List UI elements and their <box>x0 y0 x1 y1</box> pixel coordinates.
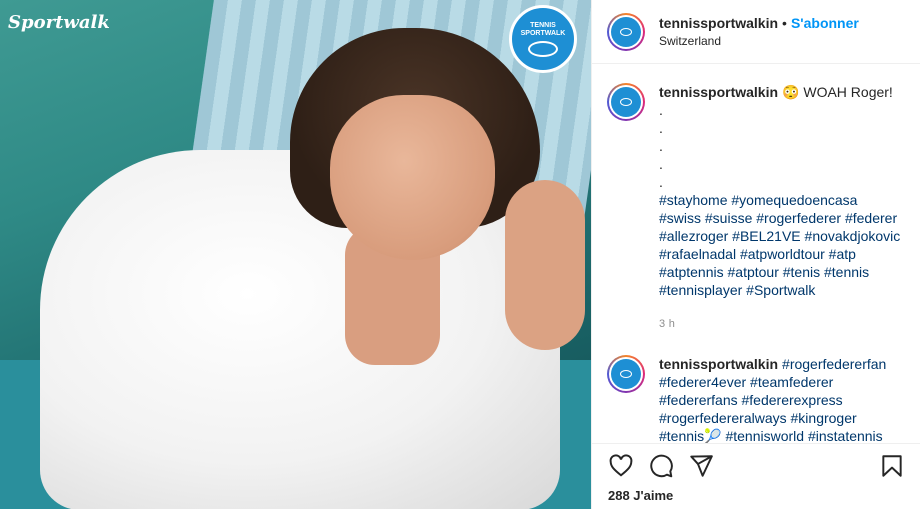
hashtag-line[interactable]: #allezroger #BEL21VE #novakdjokovic <box>659 227 905 245</box>
likes-count[interactable]: 288 J'aime <box>608 488 905 503</box>
heart-icon[interactable] <box>608 453 634 479</box>
hashtag-line[interactable]: #tennisplayer #Sportwalk <box>659 281 905 299</box>
share-icon[interactable] <box>688 453 714 479</box>
caption-dot: . <box>659 156 663 172</box>
logo-line-1: TENNIS <box>530 21 556 29</box>
avatar[interactable] <box>607 355 645 393</box>
avatar[interactable] <box>607 83 645 121</box>
caption-dot: . <box>659 174 663 190</box>
caption-dot: . <box>659 102 663 118</box>
separator-dot: • <box>782 15 787 31</box>
caption-comment: tennissportwalkin 😳 WOAH Roger! . . . . .… <box>607 83 905 333</box>
hashtag-line[interactable]: #atptennis #atptour #tenis #tennis <box>659 263 905 281</box>
post-photo[interactable]: Sportwalk TENNIS SPORTWALK <box>0 0 591 509</box>
logo-line-2: SPORTWALK <box>520 29 566 37</box>
bookmark-icon[interactable] <box>879 453 905 479</box>
hashtag-line[interactable]: #rafaelnadal #atpworldtour #atp <box>659 245 905 263</box>
header-username[interactable]: tennissportwalkin <box>659 15 778 31</box>
avatar[interactable] <box>607 12 645 51</box>
hashtag-comment: tennissportwalkin #rogerfedererfan #feder… <box>607 355 905 443</box>
racket-icon <box>620 98 632 106</box>
hashtag-line[interactable]: #federerfans #federerexpress <box>659 391 905 409</box>
sportwalk-watermark: Sportwalk <box>8 12 110 33</box>
hashtag-line[interactable]: #federer4ever #teamfederer <box>659 373 905 391</box>
location-link[interactable]: Switzerland <box>659 34 859 48</box>
racket-icon <box>620 370 632 378</box>
hashtag-line[interactable]: #rogerfedererfan <box>782 356 886 372</box>
photo-face <box>330 95 495 260</box>
caption-dot: . <box>659 138 663 154</box>
hashtag-line[interactable]: #rogerfedereralways #kingroger <box>659 409 905 427</box>
photo-hand <box>505 180 585 350</box>
post-timestamp[interactable]: 3 h <box>659 315 905 333</box>
caption-username[interactable]: tennissportwalkin <box>659 84 778 100</box>
hashtag-line[interactable]: #tennis🎾 #tennisworld #instatennis <box>659 427 905 443</box>
comments-list[interactable]: tennissportwalkin 😳 WOAH Roger! . . . . .… <box>592 65 920 443</box>
caption-dot: . <box>659 120 663 136</box>
hashtag-line[interactable]: #swiss #suisse #rogerfederer #federer <box>659 209 905 227</box>
comment-username[interactable]: tennissportwalkin <box>659 356 778 372</box>
comment-icon[interactable] <box>648 453 674 479</box>
tennis-sportwalk-logo: TENNIS SPORTWALK <box>509 5 577 73</box>
hashtag-line[interactable]: #stayhome #yomequedoencasa <box>659 191 905 209</box>
action-bar: 288 J'aime <box>592 443 920 509</box>
racket-icon <box>620 27 632 36</box>
post-side-panel: tennissportwalkin • S'abonner Switzerland … <box>591 0 920 509</box>
caption-text: 😳 WOAH Roger! <box>782 84 893 100</box>
follow-button[interactable]: S'abonner <box>791 15 859 31</box>
post-header: tennissportwalkin • S'abonner Switzerland <box>592 0 920 64</box>
racket-icon <box>528 40 558 57</box>
